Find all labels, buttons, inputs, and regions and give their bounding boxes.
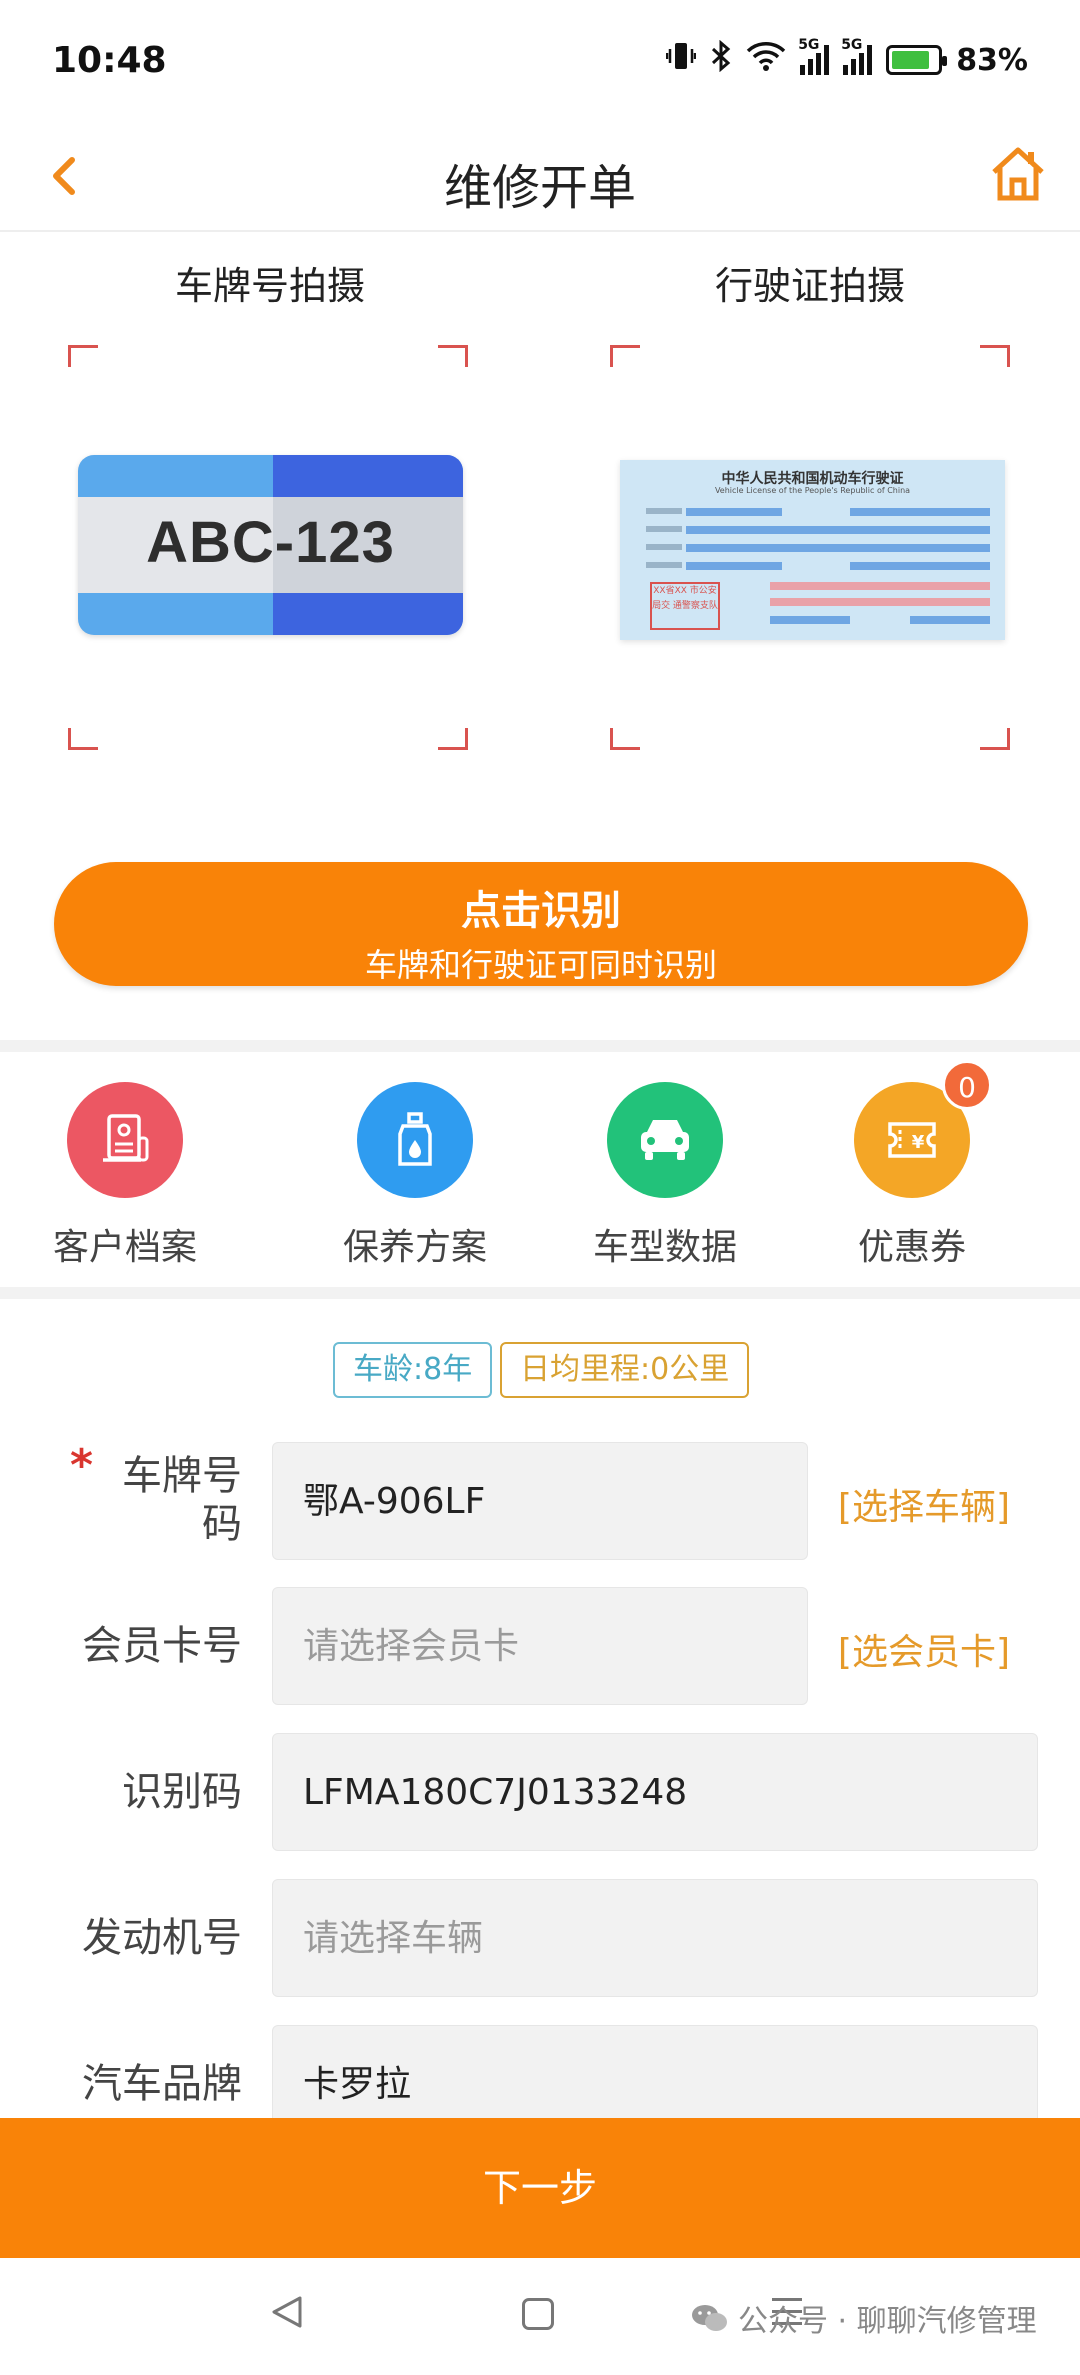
vin-field[interactable]: LFMA180C7J0133248: [272, 1733, 1038, 1851]
plate-capture-label: 车牌号拍摄: [174, 264, 365, 308]
section-divider: [0, 1040, 1080, 1052]
recognize-button[interactable]: 点击识别 车牌和行驶证可同时识别: [54, 862, 1028, 986]
oil-bottle-icon: [398, 1112, 432, 1166]
system-nav-bar: 公众号 · 聊聊汽修管理: [0, 2258, 1080, 2375]
quick-customer-file[interactable]: 客户档案: [25, 1082, 225, 1270]
svg-text:¥: ¥: [912, 1132, 925, 1153]
plate-label-line1: 车牌号: [122, 1453, 242, 1499]
watermark: 公众号 · 聊聊汽修管理: [690, 2296, 1037, 2340]
recognize-title: 点击识别: [461, 888, 621, 934]
plate-label-line2: 码: [202, 1501, 242, 1547]
status-time: 10:48: [52, 40, 167, 81]
engine-number-label: 发动机号: [82, 1915, 242, 1961]
license-title: 中华人民共和国机动车行驶证: [721, 471, 904, 487]
home-icon: [992, 147, 1044, 201]
license-stamp: XX省XX 市公安局交 通警察支队: [650, 582, 720, 630]
home-button[interactable]: [986, 142, 1050, 206]
quick-car-model-data[interactable]: 车型数据: [565, 1082, 765, 1270]
signal-5g-icon-2: 5G: [841, 37, 873, 75]
page-title: 维修开单: [443, 160, 636, 216]
select-vehicle-link[interactable]: [选择车辆]: [838, 1478, 1010, 1530]
coupon-badge: 0: [942, 1060, 992, 1110]
quick-car-model-data-label: 车型数据: [592, 1227, 737, 1268]
customer-file-icon: [103, 1114, 149, 1162]
battery-percent: 83%: [956, 42, 1028, 78]
select-member-card-link[interactable]: [选会员卡]: [838, 1623, 1010, 1675]
wifi-icon: [746, 40, 786, 80]
license-sample-image: 中华人民共和国机动车行驶证 Vehicle License of the Peo…: [620, 460, 1005, 640]
bluetooth-icon: [710, 39, 732, 80]
header: 维修开单: [0, 120, 1080, 232]
license-subtitle: Vehicle License of the People's Republic…: [714, 486, 911, 495]
license-capture-label: 行驶证拍摄: [714, 264, 905, 308]
battery-icon: [886, 45, 948, 75]
plate-number-field[interactable]: 鄂A-906LF: [272, 1442, 808, 1560]
quick-coupon-label: 优惠券: [857, 1227, 966, 1268]
quick-maintenance-plan[interactable]: 保养方案: [315, 1082, 515, 1270]
engine-number-field[interactable]: 请选择车辆: [272, 1879, 1038, 1997]
plate-label: 车牌号 码: [122, 1452, 242, 1548]
car-age-tag: 车龄:8年: [333, 1342, 493, 1398]
required-mark: *: [70, 1440, 94, 1491]
triangle-back-icon: [272, 2296, 302, 2328]
car-icon: [641, 1120, 689, 1160]
status-bar: 10:48 5G 5G 83%: [0, 0, 1080, 120]
vibrate-icon: [665, 40, 697, 80]
nav-back-button[interactable]: [270, 2294, 304, 2334]
quick-customer-file-label: 客户档案: [52, 1227, 197, 1268]
plate-capture-frame[interactable]: ABC-123: [68, 345, 468, 750]
wechat-icon: [690, 2303, 728, 2333]
watermark-text: 公众号 · 聊聊汽修管理: [738, 2304, 1037, 2339]
coupon-icon: ¥: [888, 1122, 936, 1158]
quick-coupon[interactable]: ¥ 0 优惠券: [812, 1060, 1012, 1270]
daily-mileage-tag: 日均里程:0公里: [500, 1342, 750, 1398]
plate-sample-text: ABC-123: [146, 510, 395, 575]
recognize-subtitle: 车牌和行驶证可同时识别: [364, 946, 717, 984]
section-divider-2: [0, 1287, 1080, 1299]
status-icons: 5G 5G 83%: [665, 37, 1028, 80]
signal-5g-icon: 5G: [798, 37, 830, 75]
quick-maintenance-plan-label: 保养方案: [342, 1227, 487, 1268]
next-step-button[interactable]: 下一步: [0, 2118, 1080, 2258]
member-card-field[interactable]: 请选择会员卡: [272, 1587, 808, 1705]
license-capture-frame[interactable]: 中华人民共和国机动车行驶证 Vehicle License of the Peo…: [610, 345, 1010, 750]
plate-sample-image: ABC-123: [78, 455, 463, 635]
member-card-label: 会员卡号: [82, 1623, 242, 1669]
car-brand-label: 汽车品牌: [82, 2061, 242, 2107]
vin-label: 识别码: [122, 1769, 242, 1815]
nav-home-button[interactable]: [522, 2298, 554, 2330]
